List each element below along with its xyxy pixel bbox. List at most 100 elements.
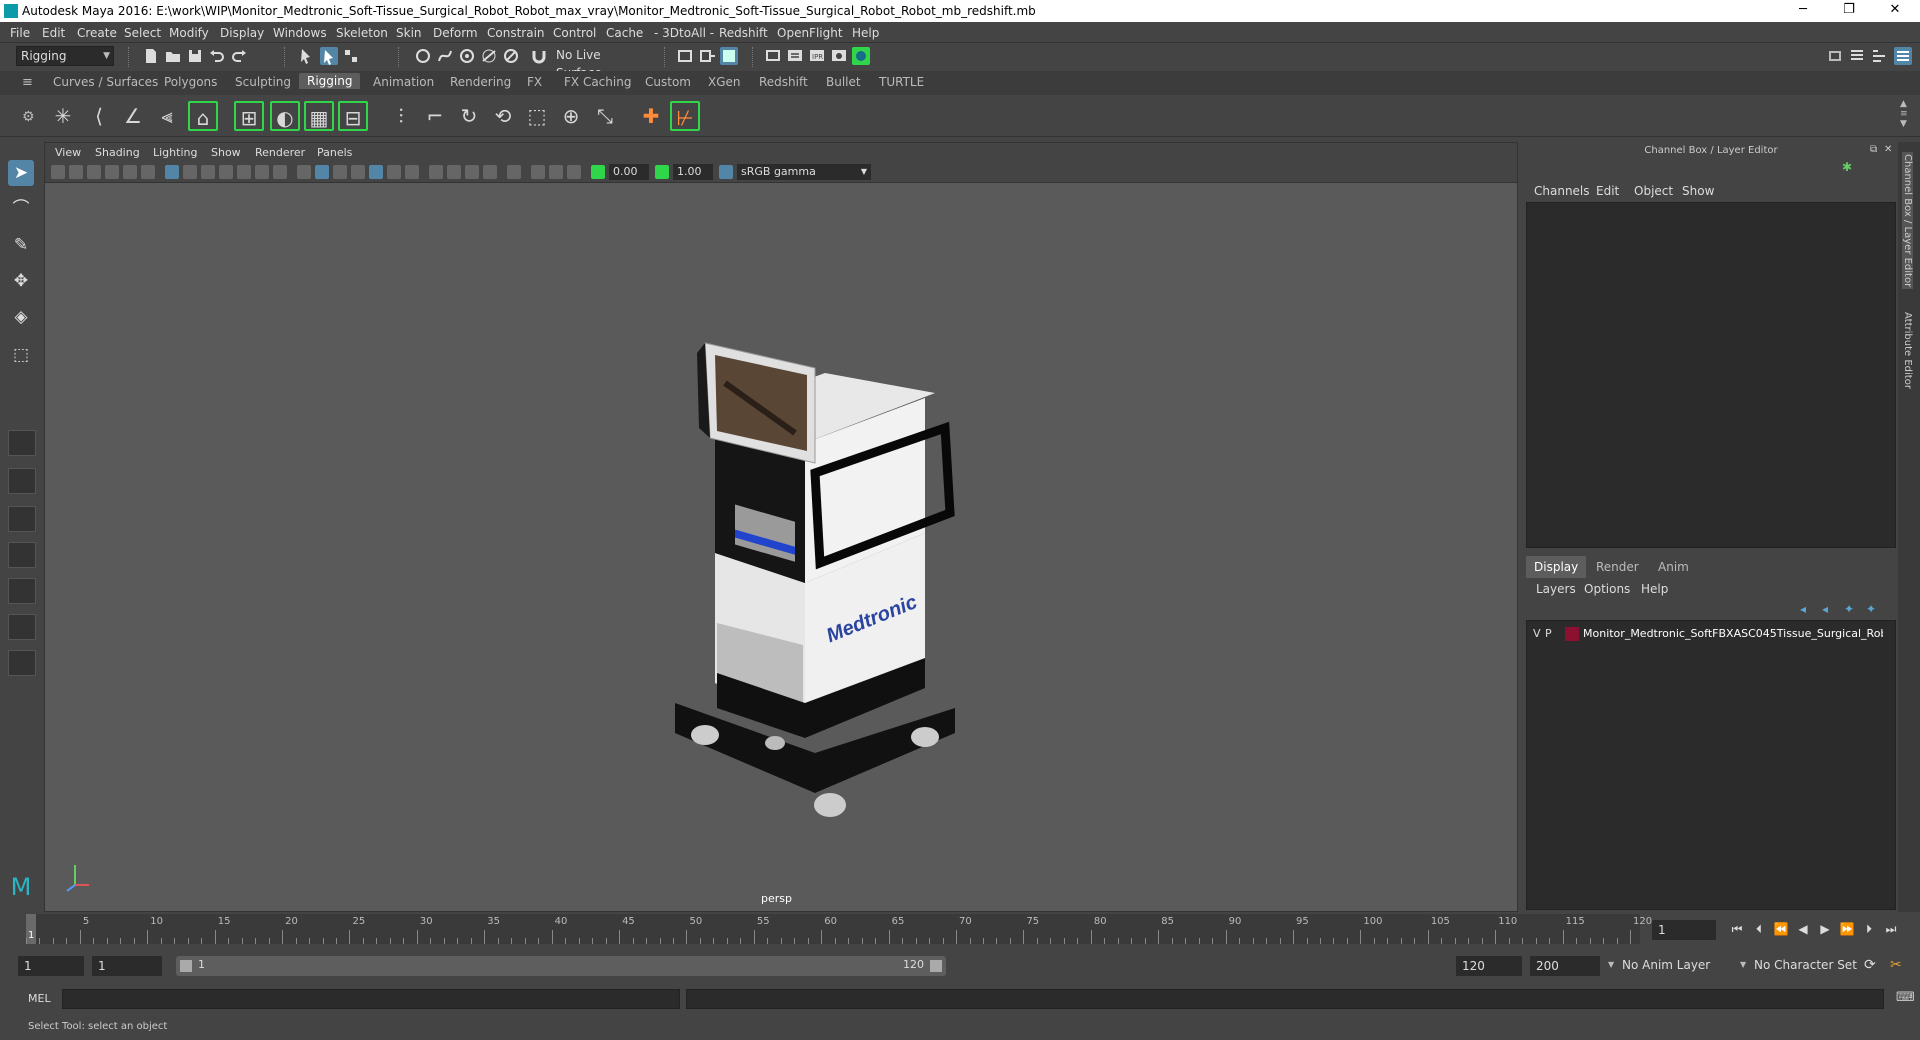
- open-scene-icon[interactable]: [164, 47, 182, 65]
- layer-row[interactable]: V P Monitor_Medtronic_SoftFBXASC045Tissu…: [1531, 625, 1891, 643]
- current-frame-field[interactable]: 1: [1652, 920, 1716, 940]
- resolution-gate-icon[interactable]: [201, 165, 215, 179]
- anim-layer-dropdown[interactable]: ▼ No Anim Layer: [1608, 956, 1744, 976]
- layer-name[interactable]: Monitor_Medtronic_SoftFBXASC045Tissue_Su…: [1583, 627, 1883, 640]
- menu-edit[interactable]: Edit: [42, 26, 65, 40]
- range-start-handle[interactable]: [180, 960, 192, 972]
- panel-menu-view[interactable]: View: [55, 146, 81, 159]
- menu-display[interactable]: Display: [220, 26, 264, 40]
- persp-outliner-layout-icon[interactable]: [8, 542, 36, 568]
- output-ops-icon[interactable]: [698, 47, 716, 65]
- select-object-icon[interactable]: [320, 47, 338, 65]
- tab-sculpting[interactable]: Sculpting: [235, 75, 291, 89]
- textured-icon[interactable]: [369, 165, 383, 179]
- construction-history-icon[interactable]: [720, 47, 738, 65]
- motion-blur-icon[interactable]: [447, 165, 461, 179]
- lasso-tool-icon[interactable]: ⌒: [8, 196, 34, 222]
- show-menu[interactable]: Show: [1682, 184, 1714, 198]
- ipr-render-icon[interactable]: IPR: [808, 47, 826, 65]
- input-ops-icon[interactable]: [676, 47, 694, 65]
- playback-start-field[interactable]: 1: [92, 956, 162, 976]
- select-camera-icon[interactable]: [51, 165, 65, 179]
- menu-select[interactable]: Select: [124, 26, 161, 40]
- parent-constraint-icon[interactable]: ⊕: [556, 101, 586, 131]
- play-backwards-icon[interactable]: ◀: [1794, 920, 1812, 938]
- view-transform-dropdown[interactable]: sRGB gamma ▼: [737, 164, 871, 180]
- layer-playback-toggle[interactable]: P: [1545, 627, 1552, 640]
- tab-rigging[interactable]: Rigging: [299, 73, 361, 89]
- save-scene-icon[interactable]: [186, 47, 204, 65]
- tab-curves-surfaces[interactable]: Curves / Surfaces: [53, 75, 158, 89]
- attribute-editor-toggle-icon[interactable]: [1848, 47, 1866, 65]
- restore-button[interactable]: ❐: [1826, 0, 1872, 22]
- step-back-icon[interactable]: ⏴: [1750, 920, 1768, 938]
- wrap-deformer-icon[interactable]: ⊟: [338, 101, 368, 131]
- robot-monitor-model[interactable]: Medtronic: [625, 323, 1005, 823]
- tab-fx[interactable]: FX: [527, 75, 542, 89]
- depth-of-field-icon[interactable]: [483, 165, 497, 179]
- menuset-dropdown[interactable]: Rigging ▼: [16, 46, 114, 66]
- wireframe-on-shaded-icon[interactable]: [351, 165, 365, 179]
- gamma-icon[interactable]: [655, 165, 669, 179]
- menu-redshift[interactable]: Redshift: [719, 26, 768, 40]
- joint-tool-icon[interactable]: ✳: [48, 101, 78, 131]
- new-layer-selected-icon[interactable]: ✦: [1866, 602, 1876, 616]
- snap-magnet-icon[interactable]: [530, 47, 548, 65]
- animation-start-field[interactable]: 1: [18, 956, 84, 976]
- snap-curve-icon[interactable]: [436, 47, 454, 65]
- select-tool-icon[interactable]: ➤: [8, 160, 34, 186]
- panel-menu-lighting[interactable]: Lighting: [153, 146, 197, 159]
- panel-menu-renderer[interactable]: Renderer: [255, 146, 305, 159]
- ik-handle-icon[interactable]: ∠: [118, 101, 148, 131]
- anti-aliasing-icon[interactable]: [465, 165, 479, 179]
- script-language-label[interactable]: MEL: [28, 992, 51, 1005]
- hik-skeleton-icon[interactable]: ✚: [636, 101, 666, 131]
- snap-view-plane-icon[interactable]: [480, 47, 498, 65]
- character-set-dropdown[interactable]: ▼ No Character Set: [1740, 956, 1860, 976]
- time-slider-track[interactable]: 1 5 10 15 20 25 30 35 40 45 50 55 60 65 70 75 80 85 90 95 1…: [26, 914, 1652, 944]
- exposure-field[interactable]: 0.00: [609, 164, 649, 180]
- grease-pencil-icon[interactable]: [141, 165, 155, 179]
- bookmark-icon[interactable]: [87, 165, 101, 179]
- menu-control[interactable]: Control: [553, 26, 596, 40]
- orient-constraint-icon[interactable]: ↻: [454, 101, 484, 131]
- safe-action-icon[interactable]: [255, 165, 269, 179]
- panel-menu-show[interactable]: Show: [211, 146, 241, 159]
- auto-key-icon[interactable]: ⟳: [1864, 957, 1876, 973]
- render-settings-icon[interactable]: [830, 47, 848, 65]
- 2d-pan-zoom-icon[interactable]: [123, 165, 137, 179]
- exposure-icon[interactable]: [591, 165, 605, 179]
- smooth-bind-icon[interactable]: ◐: [270, 101, 300, 131]
- geometry-constraint-icon[interactable]: ⤡: [590, 101, 620, 131]
- scale-tool-icon[interactable]: ⬚: [8, 342, 34, 368]
- image-plane-icon[interactable]: [105, 165, 119, 179]
- close-button[interactable]: ✕: [1872, 0, 1918, 22]
- make-live-icon[interactable]: [502, 47, 520, 65]
- tool-settings-toggle-icon[interactable]: [1870, 47, 1888, 65]
- field-chart-icon[interactable]: [237, 165, 251, 179]
- menu-help[interactable]: Help: [852, 26, 879, 40]
- animation-prefs-icon[interactable]: ✂: [1890, 957, 1902, 973]
- go-to-end-icon[interactable]: ⏭: [1882, 920, 1900, 938]
- rotate-tool-icon[interactable]: ◈: [8, 304, 34, 330]
- cluster-icon[interactable]: ⊞: [234, 101, 264, 131]
- move-layer-down-icon[interactable]: ◂: [1822, 602, 1828, 616]
- layers-menu[interactable]: Layers: [1536, 582, 1576, 596]
- lattice-icon[interactable]: ▦: [304, 101, 334, 131]
- select-hierarchy-icon[interactable]: [298, 47, 316, 65]
- shelf-settings-icon[interactable]: ⚙: [22, 109, 35, 125]
- float-panel-icon[interactable]: ⧉: [1870, 144, 1877, 155]
- pole-vector-icon[interactable]: ⟲: [488, 101, 518, 131]
- range-end-handle[interactable]: [930, 960, 942, 972]
- default-material-icon[interactable]: [333, 165, 347, 179]
- menu-file[interactable]: File: [10, 26, 30, 40]
- aim-constraint-icon[interactable]: ⌐: [420, 101, 450, 131]
- tab-custom[interactable]: Custom: [645, 75, 691, 89]
- render-frame-icon[interactable]: [786, 47, 804, 65]
- menu-skeleton[interactable]: Skeleton: [336, 26, 388, 40]
- panel-menu-panels[interactable]: Panels: [317, 146, 352, 159]
- undo-icon[interactable]: [208, 47, 226, 65]
- close-panel-icon[interactable]: ✕: [1884, 144, 1892, 155]
- step-forward-key-icon[interactable]: ⏩: [1838, 920, 1856, 938]
- paint-select-tool-icon[interactable]: ✎: [8, 232, 34, 258]
